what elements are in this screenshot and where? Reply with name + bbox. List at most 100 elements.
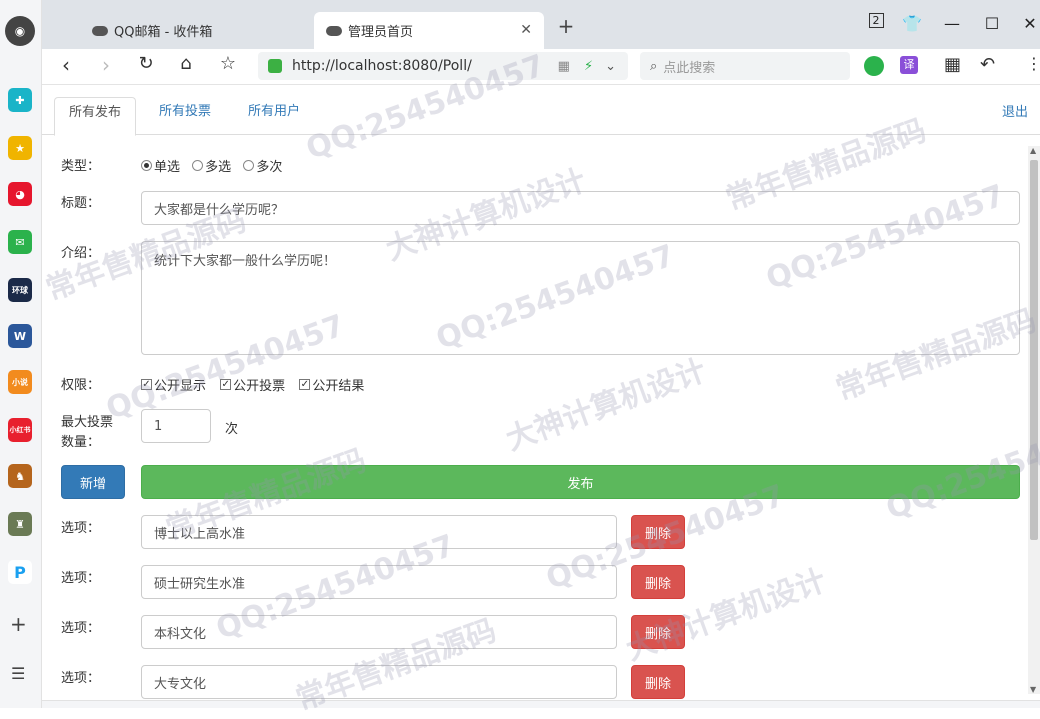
star-icon[interactable]: ☆ bbox=[216, 53, 240, 74]
minimize-button[interactable]: — bbox=[940, 14, 964, 33]
page-nav-tabs: 所有发布 所有投票 所有用户 退出 bbox=[42, 85, 1040, 136]
game2-app-icon[interactable]: ♜ bbox=[8, 512, 32, 536]
grid-icon[interactable]: ▦ bbox=[944, 54, 961, 75]
watermark: 大神计算机设计 bbox=[501, 352, 711, 458]
weibo-icon[interactable]: ◕ bbox=[8, 182, 32, 206]
delete-option-button[interactable]: 删除 bbox=[631, 515, 685, 549]
new-tab-button[interactable]: + bbox=[554, 14, 578, 38]
address-bar-row: ‹ › ↻ ⌂ ☆ http://localhost:8080/Poll/ ▦ … bbox=[42, 49, 1040, 85]
check-icon: ✓ bbox=[299, 379, 311, 390]
option-input[interactable]: 大专文化 bbox=[141, 665, 617, 699]
tab-count-badge[interactable]: 2 bbox=[864, 13, 888, 28]
scroll-down-icon[interactable]: ▼ bbox=[1030, 685, 1036, 694]
plus-app-icon[interactable]: ✚ bbox=[8, 88, 32, 112]
status-strip bbox=[42, 700, 1040, 708]
radio-label: 多选 bbox=[205, 160, 232, 175]
more-icon[interactable]: ⋮ bbox=[1026, 54, 1040, 73]
mask-icon bbox=[92, 25, 108, 36]
option-label: 选项： bbox=[61, 671, 101, 686]
option-input[interactable]: 硕士研究生水准 bbox=[141, 565, 617, 599]
add-icon[interactable]: + bbox=[10, 612, 27, 636]
news-app-icon[interactable]: 环球 bbox=[8, 278, 32, 302]
url-text: http://localhost:8080/Poll/ bbox=[292, 58, 472, 74]
radio-repeat[interactable]: 多次 bbox=[243, 156, 282, 175]
intro-textarea[interactable]: 统计下大家都一般什么学历呢！ bbox=[141, 241, 1020, 355]
title-label: 标题： bbox=[61, 196, 101, 211]
novel-app-icon[interactable]: 小说 bbox=[8, 370, 32, 394]
maximize-button[interactable]: ☐ bbox=[980, 14, 1004, 33]
title-input[interactable]: 大家都是什么学历呢？ bbox=[141, 191, 1020, 225]
radio-multi[interactable]: 多选 bbox=[192, 156, 231, 175]
undo-icon[interactable]: ↶ bbox=[980, 54, 995, 75]
add-option-button[interactable]: 新增 bbox=[61, 465, 125, 499]
word-icon[interactable]: W bbox=[8, 324, 32, 348]
tab-all-votes[interactable]: 所有投票 bbox=[145, 97, 225, 136]
tab-label: QQ邮箱 - 收件箱 bbox=[114, 25, 213, 40]
search-box[interactable]: ⌕ 点此搜索 bbox=[640, 52, 850, 80]
checkbox-public-vote[interactable]: ✓ 公开投票 bbox=[220, 375, 285, 394]
intro-label: 介绍： bbox=[61, 246, 101, 261]
tab-all-posts[interactable]: 所有发布 bbox=[54, 97, 137, 136]
mail-icon[interactable]: ✉ bbox=[8, 230, 32, 254]
forward-icon[interactable]: › bbox=[94, 53, 118, 77]
lightning-icon[interactable]: ⚡ bbox=[584, 59, 593, 74]
checkbox-public-display[interactable]: ✓ 公开显示 bbox=[141, 375, 206, 394]
delete-option-button[interactable]: 删除 bbox=[631, 565, 685, 599]
chat-app-icon[interactable] bbox=[864, 56, 884, 76]
radio-label: 单选 bbox=[154, 160, 181, 175]
check-icon: ✓ bbox=[220, 379, 232, 390]
checkbox-label: 公开结果 bbox=[312, 379, 365, 394]
type-radio-group: 单选 多选 多次 bbox=[141, 156, 290, 175]
radio-checked-icon bbox=[141, 160, 152, 171]
search-placeholder: 点此搜索 bbox=[663, 60, 716, 76]
checkbox-label: 公开显示 bbox=[154, 379, 207, 394]
secure-shield-icon bbox=[268, 59, 282, 73]
option-input[interactable]: 本科文化 bbox=[141, 615, 617, 649]
max-votes-input[interactable]: 1 bbox=[141, 409, 211, 443]
scroll-up-icon[interactable]: ▲ bbox=[1030, 146, 1036, 155]
mask-icon bbox=[326, 25, 342, 36]
skin-icon[interactable]: 👕 bbox=[900, 14, 924, 33]
xiaohongshu-icon[interactable]: 小红书 bbox=[8, 418, 32, 442]
radio-icon bbox=[243, 160, 255, 171]
radio-icon bbox=[192, 160, 204, 171]
check-icon: ✓ bbox=[141, 379, 152, 390]
radio-single[interactable]: 单选 bbox=[141, 156, 180, 175]
tab-qq-mail[interactable]: QQ邮箱 - 收件箱 bbox=[92, 12, 312, 49]
tab-label: 管理员首页 bbox=[348, 25, 414, 40]
max-votes-label-line2: 数量： bbox=[61, 435, 101, 450]
browser-tab-strip: QQ邮箱 - 收件箱 管理员首页 ✕ + 2 👕 — ☐ ✕ bbox=[42, 0, 1040, 49]
vertical-scrollbar[interactable]: ▲ ▼ bbox=[1028, 146, 1040, 694]
logout-link[interactable]: 退出 bbox=[1002, 101, 1028, 120]
p-app-icon[interactable]: P bbox=[8, 560, 32, 584]
sidebar-dock: ◉ ✚ ★ ◕ ✉ 环球 W 小说 小红书 ♞ ♜ P + ☰ bbox=[0, 0, 42, 708]
option-input[interactable]: 博士以上高水准 bbox=[141, 515, 617, 549]
close-icon[interactable]: ✕ bbox=[520, 22, 532, 38]
back-icon[interactable]: ‹ bbox=[54, 53, 78, 77]
max-votes-unit: 次 bbox=[225, 422, 239, 437]
option-label: 选项： bbox=[61, 521, 101, 536]
option-label: 选项： bbox=[61, 621, 101, 636]
browser-logo-icon[interactable]: ◉ bbox=[5, 16, 35, 46]
delete-option-button[interactable]: 删除 bbox=[631, 665, 685, 699]
search-icon: ⌕ bbox=[650, 58, 658, 74]
publish-button[interactable]: 发布 bbox=[141, 465, 1020, 499]
home-icon[interactable]: ⌂ bbox=[174, 53, 198, 74]
checkbox-public-result[interactable]: ✓ 公开结果 bbox=[299, 375, 364, 394]
chevron-down-icon[interactable]: ⌄ bbox=[605, 59, 616, 74]
tab-all-users[interactable]: 所有用户 bbox=[234, 97, 314, 136]
menu-icon[interactable]: ☰ bbox=[11, 664, 25, 683]
reload-icon[interactable]: ↻ bbox=[134, 53, 158, 74]
translate-icon[interactable]: 译 bbox=[900, 56, 918, 74]
max-votes-label-line1: 最大投票 bbox=[61, 415, 114, 430]
tab-admin-home[interactable]: 管理员首页 ✕ bbox=[314, 12, 544, 49]
radio-label: 多次 bbox=[256, 160, 283, 175]
game-app-icon[interactable]: ♞ bbox=[8, 464, 32, 488]
close-window-button[interactable]: ✕ bbox=[1018, 14, 1040, 33]
star-app-icon[interactable]: ★ bbox=[8, 136, 32, 160]
url-field[interactable]: http://localhost:8080/Poll/ ▦ ⚡ ⌄ bbox=[258, 52, 628, 80]
delete-option-button[interactable]: 删除 bbox=[631, 615, 685, 649]
qr-icon[interactable]: ▦ bbox=[558, 59, 570, 74]
scrollbar-thumb[interactable] bbox=[1030, 160, 1038, 540]
type-label: 类型： bbox=[61, 159, 101, 174]
